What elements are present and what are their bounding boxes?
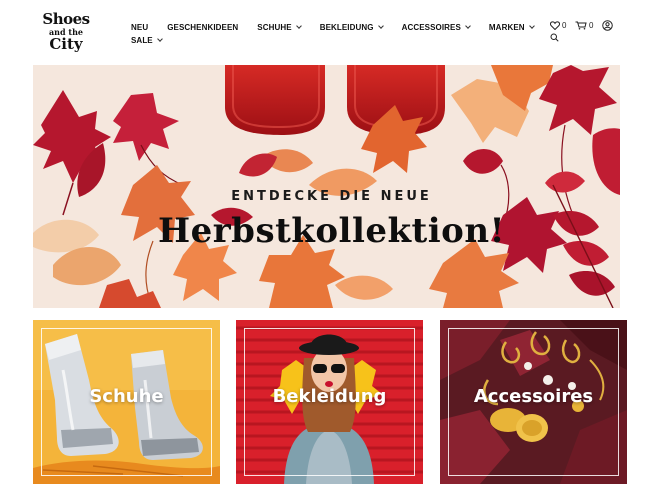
chevron-down-icon xyxy=(528,22,535,29)
wishlist-count: 0 xyxy=(562,21,567,30)
heart-icon xyxy=(550,21,560,30)
nav-item-marken[interactable]: MARKEN xyxy=(488,22,535,32)
nav-row-2: SALE xyxy=(131,34,531,46)
category-label: Bekleidung xyxy=(272,386,387,407)
category-card-accessoires[interactable]: Accessoires xyxy=(440,320,627,484)
nav-item-schuhe[interactable]: SCHUHE xyxy=(257,22,302,32)
header-icons: 0 0 xyxy=(548,20,620,45)
nav-item-label: MARKEN xyxy=(488,22,525,32)
category-label: Accessoires xyxy=(473,386,594,407)
hero-subtitle: ENTDECKE DIE NEUE xyxy=(231,189,432,204)
nav-item-label: ACCESSOIRES xyxy=(401,22,461,32)
chevron-down-icon xyxy=(295,22,302,29)
chevron-down-icon xyxy=(156,35,163,42)
nav-item-bekleidung[interactable]: BEKLEIDUNG xyxy=(319,22,384,32)
chevron-down-icon xyxy=(465,22,471,29)
category-card-schuhe[interactable]: Schuhe xyxy=(33,320,220,484)
account-link[interactable] xyxy=(602,20,613,31)
user-icon xyxy=(602,20,613,31)
chevron-down-icon xyxy=(377,22,384,29)
logo-line-3: City xyxy=(49,35,83,53)
cart-count: 0 xyxy=(589,21,594,30)
main-navigation: NEU GESCHENKIDEEN SCHUHE BEKLEIDUNG ACCE… xyxy=(131,21,535,46)
nav-row-1: NEU GESCHENKIDEEN SCHUHE BEKLEIDUNG ACCE… xyxy=(131,21,535,33)
nav-item-accessoires[interactable]: ACCESSOIRES xyxy=(401,22,471,32)
hero-title: Herbstkollektion! xyxy=(158,211,505,251)
category-card-bekleidung[interactable]: Bekleidung xyxy=(236,320,423,484)
nav-item-label: SALE xyxy=(131,35,153,45)
search-icon xyxy=(550,33,559,42)
nav-item-label: GESCHENKIDEEN xyxy=(167,22,239,32)
nav-item-sale[interactable]: SALE xyxy=(131,35,163,45)
nav-item-label: NEU xyxy=(131,22,149,32)
nav-item-label: SCHUHE xyxy=(257,22,292,32)
cart-icon xyxy=(575,21,587,30)
category-label: Schuhe xyxy=(89,386,164,407)
search-button[interactable] xyxy=(550,33,559,42)
nav-item-label: BEKLEIDUNG xyxy=(319,22,374,32)
wishlist-link[interactable]: 0 xyxy=(550,21,566,30)
autumn-leaves-image xyxy=(33,65,620,308)
nav-item-neu[interactable]: NEU xyxy=(131,23,148,32)
hero-banner[interactable]: ENTDECKE DIE NEUE Herbstkollektion! xyxy=(33,65,620,308)
cart-link[interactable]: 0 xyxy=(575,21,593,30)
nav-item-geschenkideen[interactable]: GESCHENKIDEEN xyxy=(167,23,238,32)
site-logo[interactable]: Shoes and the City xyxy=(40,12,92,52)
logo-line-1: Shoes xyxy=(42,10,90,28)
